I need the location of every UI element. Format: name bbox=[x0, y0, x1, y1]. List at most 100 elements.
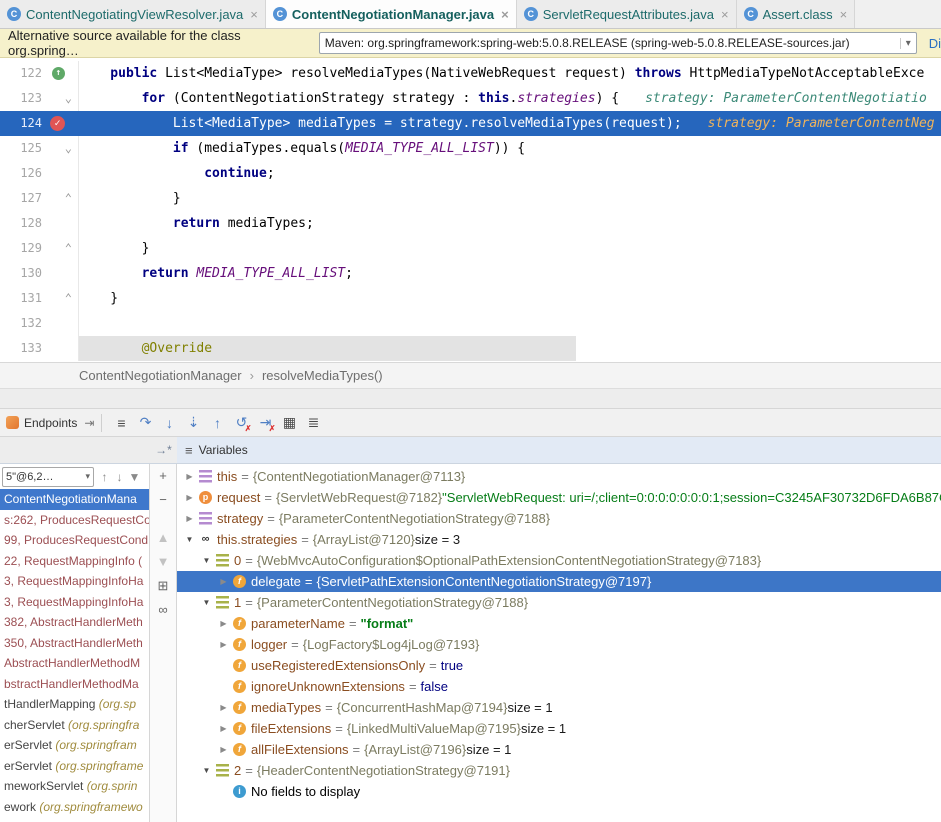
variable-row[interactable]: ▶fparameterName="format" bbox=[177, 613, 941, 634]
add-to-watches-icon[interactable]: →* bbox=[150, 437, 177, 463]
expand-icon[interactable]: ▶ bbox=[183, 472, 196, 481]
fold-icon[interactable]: ⌃ bbox=[65, 236, 72, 261]
run-to-cursor-icon[interactable]: ⇥✗ bbox=[253, 414, 277, 431]
expand-icon[interactable]: ▶ bbox=[217, 703, 230, 712]
source-jar-dropdown[interactable]: Maven: org.springframework:spring-web:5.… bbox=[319, 32, 917, 54]
stack-frame[interactable]: s:262, ProducesRequestCo bbox=[0, 510, 149, 531]
equals-sign: = bbox=[245, 553, 253, 568]
expand-icon[interactable]: ▼ bbox=[200, 598, 213, 607]
editor-line[interactable]: 133@Override bbox=[0, 336, 941, 361]
variable-row[interactable]: ▶flogger={LogFactory$Log4jLog@7193} bbox=[177, 634, 941, 655]
view-breakpoints-icon[interactable]: ▦ bbox=[277, 414, 301, 431]
editor-line[interactable]: 128return mediaTypes; bbox=[0, 211, 941, 236]
stack-frame[interactable]: meworkServlet (org.sprin bbox=[0, 776, 149, 797]
variable-row[interactable]: ▼2={HeaderContentNegotiationStrategy@719… bbox=[177, 760, 941, 781]
variable-row[interactable]: ▼1={ParameterContentNegotiationStrategy@… bbox=[177, 592, 941, 613]
variables-panel-icon: ≡ bbox=[185, 443, 193, 458]
show-watches-icon[interactable]: ∞ bbox=[158, 598, 167, 622]
expand-icon[interactable]: ▼ bbox=[183, 535, 196, 544]
close-icon[interactable]: × bbox=[840, 7, 848, 22]
step-over-icon[interactable]: ↷ bbox=[133, 414, 157, 431]
editor-line[interactable]: 127⌃} bbox=[0, 186, 941, 211]
stack-frame[interactable]: ework (org.springframewo bbox=[0, 797, 149, 818]
variable-row[interactable]: ▶prequest={ServletWebRequest@7182} "Serv… bbox=[177, 487, 941, 508]
editor-tab[interactable]: CServletRequestAttributes.java× bbox=[517, 0, 737, 28]
stack-frame[interactable]: 3, RequestMappingInfoHa bbox=[0, 571, 149, 592]
stack-frame[interactable]: AbstractHandlerMethodM bbox=[0, 653, 149, 674]
step-into-icon[interactable]: ↓ bbox=[157, 415, 181, 431]
editor-line[interactable]: 126continue; bbox=[0, 161, 941, 186]
editor-line[interactable]: 124✓List<MediaType> mediaTypes = strateg… bbox=[0, 111, 941, 136]
close-icon[interactable]: × bbox=[250, 7, 258, 22]
previous-frame-icon[interactable]: ↑ bbox=[97, 470, 112, 484]
expand-icon[interactable]: ▶ bbox=[217, 619, 230, 628]
variable-row[interactable]: ▶fmediaTypes={ConcurrentHashMap@7194} si… bbox=[177, 697, 941, 718]
stack-frame[interactable]: erServlet (org.springfram bbox=[0, 735, 149, 756]
notification-link[interactable]: Di bbox=[929, 36, 941, 51]
editor-line[interactable]: 130return MEDIA_TYPE_ALL_LIST; bbox=[0, 261, 941, 286]
add-watch-icon[interactable]: + bbox=[159, 464, 167, 488]
stack-frame[interactable]: cherServlet (org.springfra bbox=[0, 715, 149, 736]
editor-line[interactable]: 125⌄if (mediaTypes.equals(MEDIA_TYPE_ALL… bbox=[0, 136, 941, 161]
expand-icon[interactable]: ▶ bbox=[217, 577, 230, 586]
stack-frame[interactable]: 99, ProducesRequestCond bbox=[0, 530, 149, 551]
stack-frame[interactable]: bstractHandlerMethodMa bbox=[0, 674, 149, 695]
fold-icon[interactable]: ⌃ bbox=[65, 286, 72, 311]
close-icon[interactable]: × bbox=[721, 7, 729, 22]
variable-row[interactable]: ▶strategy={ParameterContentNegotiationSt… bbox=[177, 508, 941, 529]
drop-frame-icon[interactable]: ↺✗ bbox=[229, 414, 253, 431]
stack-frame[interactable]: 350, AbstractHandlerMeth bbox=[0, 633, 149, 654]
fold-icon[interactable]: ⌄ bbox=[65, 136, 72, 161]
move-watch-up-icon[interactable]: ▲ bbox=[157, 526, 170, 550]
thread-selector[interactable]: 5"@6,2… ▾ bbox=[2, 467, 94, 487]
variable-row[interactable]: ▶fdelegate={ServletPathExtensionContentN… bbox=[177, 571, 941, 592]
stack-frame[interactable]: 382, AbstractHandlerMeth bbox=[0, 612, 149, 633]
expand-icon[interactable]: ▶ bbox=[217, 745, 230, 754]
expand-icon[interactable]: ▶ bbox=[217, 640, 230, 649]
variable-row[interactable]: ▶this={ContentNegotiationManager@7113} bbox=[177, 466, 941, 487]
editor-line[interactable]: 129⌃} bbox=[0, 236, 941, 261]
editor-tab[interactable]: CAssert.class× bbox=[737, 0, 856, 28]
editor-tab[interactable]: CContentNegotiatingViewResolver.java× bbox=[0, 0, 266, 28]
variable-row[interactable]: ▼0={WebMvcAutoConfiguration$OptionalPath… bbox=[177, 550, 941, 571]
close-icon[interactable]: × bbox=[501, 7, 509, 22]
expand-icon[interactable]: ▼ bbox=[200, 556, 213, 565]
editor-line[interactable]: 122↑public List<MediaType> resolveMediaT… bbox=[0, 61, 941, 86]
stack-frame[interactable]: ContentNegotiationMana bbox=[0, 489, 149, 510]
variable-row[interactable]: fignoreUnknownExtensions=false bbox=[177, 676, 941, 697]
variable-value: false bbox=[421, 679, 448, 694]
breakpoint-icon[interactable]: ✓ bbox=[50, 116, 65, 131]
editor-tab[interactable]: CContentNegotiationManager.java× bbox=[266, 0, 517, 28]
variable-row[interactable]: iNo fields to display bbox=[177, 781, 941, 802]
duplicate-watch-icon[interactable]: ⊞ bbox=[158, 574, 169, 598]
force-step-into-icon[interactable]: ⇣ bbox=[181, 414, 205, 431]
stack-frame[interactable]: erServlet (org.springframe bbox=[0, 756, 149, 777]
next-frame-icon[interactable]: ↓ bbox=[112, 470, 127, 484]
editor-line[interactable]: 123⌄for (ContentNegotiationStrategy stra… bbox=[0, 86, 941, 111]
breadcrumb-item[interactable]: ContentNegotiationManager bbox=[79, 368, 242, 383]
step-out-icon[interactable]: ↑ bbox=[205, 415, 229, 431]
variable-row[interactable]: fuseRegisteredExtensionsOnly=true bbox=[177, 655, 941, 676]
variable-row[interactable]: ▶fallFileExtensions={ArrayList@7196} siz… bbox=[177, 739, 941, 760]
show-execution-point-icon[interactable]: ≡ bbox=[109, 415, 133, 431]
expand-icon[interactable]: ▶ bbox=[183, 493, 196, 502]
breadcrumb-item[interactable]: resolveMediaTypes() bbox=[262, 368, 383, 383]
expand-icon[interactable]: ▶ bbox=[183, 514, 196, 523]
code-editor[interactable]: 122↑public List<MediaType> resolveMediaT… bbox=[0, 58, 941, 362]
endpoints-tab[interactable]: Endpoints ⇥ bbox=[6, 416, 94, 430]
remove-watch-icon[interactable]: − bbox=[159, 488, 167, 512]
variable-row[interactable]: ▼∞this.strategies={ArrayList@7120} size … bbox=[177, 529, 941, 550]
filter-frames-icon[interactable]: ▼ bbox=[127, 470, 142, 484]
stack-frame[interactable]: 3, RequestMappingInfoHa bbox=[0, 592, 149, 613]
expand-icon[interactable]: ▶ bbox=[217, 724, 230, 733]
move-watch-down-icon[interactable]: ▼ bbox=[157, 550, 170, 574]
fold-icon[interactable]: ⌄ bbox=[65, 86, 72, 111]
expand-icon[interactable]: ▼ bbox=[200, 766, 213, 775]
stack-frame[interactable]: 22, RequestMappingInfo ( bbox=[0, 551, 149, 572]
fold-icon[interactable]: ⌃ bbox=[65, 186, 72, 211]
variable-row[interactable]: ▶ffileExtensions={LinkedMultiValueMap@71… bbox=[177, 718, 941, 739]
editor-line[interactable]: 131⌃} bbox=[0, 286, 941, 311]
layout-settings-icon[interactable]: ≣ bbox=[301, 414, 325, 431]
editor-line[interactable]: 132 bbox=[0, 311, 941, 336]
stack-frame[interactable]: tHandlerMapping (org.sp bbox=[0, 694, 149, 715]
